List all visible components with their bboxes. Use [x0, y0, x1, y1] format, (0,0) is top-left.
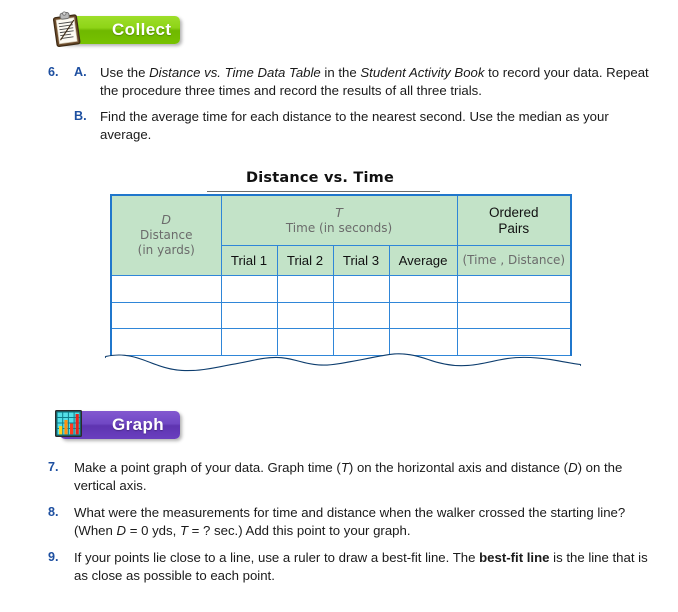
table-row: [110, 328, 573, 356]
header-trial-3: Trial 3: [332, 245, 390, 276]
question-9: 9. If your points lie close to a line, u…: [48, 549, 663, 584]
header-time-name: Time (in seconds): [285, 220, 393, 235]
section-label-collect: Collect: [112, 20, 172, 39]
header-time-symbol: T: [335, 205, 343, 221]
table-title: Distance vs. Time: [246, 170, 394, 186]
cell-distance[interactable]: [110, 301, 222, 330]
question-6-part-a-letter: A.: [74, 65, 87, 79]
var-t: T: [340, 460, 349, 475]
cell-average[interactable]: [388, 301, 458, 330]
term-best-fit-line: best-fit line: [479, 550, 550, 565]
question-6-part-a-text: Use the Distance vs. Time Data Table in …: [100, 65, 649, 98]
question-6-part-b-text: Find the average time for each distance …: [100, 109, 609, 142]
cell-trial-1[interactable]: [220, 301, 278, 330]
bar-chart-icon: [48, 404, 88, 444]
header-distance-name: Distance: [140, 227, 193, 242]
var-t: T: [179, 522, 188, 538]
ref-data-table: Distance vs. Time Data Table: [149, 65, 321, 80]
section-banner-collect: Collect: [52, 11, 180, 47]
header-average: Average: [388, 245, 458, 276]
cell-distance[interactable]: [110, 274, 222, 303]
question-7: 7. Make a point graph of your data. Grap…: [48, 459, 658, 494]
header-trial-1: Trial 1: [220, 245, 278, 276]
header-ordered-pairs: Ordered Pairs: [456, 194, 573, 247]
cell-trial-2[interactable]: [276, 328, 334, 356]
table-row: [110, 274, 573, 303]
header-distance-unit: (in yards): [137, 243, 195, 258]
cell-ordered-pair[interactable]: [456, 301, 573, 330]
header-trial-2: Trial 2: [276, 245, 334, 276]
header-distance: D Distance (in yards): [110, 193, 222, 276]
question-9-text: If your points lie close to a line, use …: [74, 550, 648, 583]
question-8-text: What were the measurements for time and …: [74, 505, 626, 538]
cell-distance[interactable]: [110, 328, 222, 356]
cell-ordered-pair[interactable]: [456, 328, 573, 356]
cell-trial-2[interactable]: [276, 301, 334, 330]
cell-trial-3[interactable]: [332, 328, 390, 356]
section-banner-graph: Graph: [55, 410, 180, 439]
question-7-number: 7.: [48, 460, 59, 474]
section-label-graph: Graph: [112, 415, 165, 434]
table-header-row-1: D Distance (in yards) T Time (in seconds…: [110, 193, 573, 276]
question-8: 8. What were the measurements for time a…: [48, 504, 658, 539]
question-6-part-b-letter: B.: [74, 109, 87, 123]
cell-average[interactable]: [388, 274, 458, 303]
cell-trial-2[interactable]: [276, 274, 334, 303]
ref-activity-book: Student Activity Book: [360, 65, 485, 80]
question-6-part-a: A. Use the Distance vs. Time Data Table …: [74, 64, 658, 99]
cell-trial-3[interactable]: [332, 301, 390, 330]
question-6-part-b: B. Find the average time for each distan…: [74, 108, 658, 143]
question-7-text: Make a point graph of your data. Graph t…: [74, 460, 623, 493]
cell-trial-1[interactable]: [220, 274, 278, 303]
header-time: T Time (in seconds): [220, 194, 458, 247]
cell-trial-1[interactable]: [220, 328, 278, 356]
header-distance-symbol: D: [161, 212, 172, 228]
table-title-underline: [207, 191, 440, 192]
cell-average[interactable]: [388, 328, 458, 356]
table-row: [110, 301, 573, 330]
distance-vs-time-table: D Distance (in yards) T Time (in seconds…: [110, 193, 573, 356]
cell-trial-3[interactable]: [332, 274, 390, 303]
header-ordered-pairs-line1: Ordered: [489, 204, 539, 220]
question-8-number: 8.: [48, 505, 59, 519]
var-d: D: [568, 460, 578, 475]
var-d: D: [116, 522, 127, 538]
question-6-number: 6.: [48, 65, 59, 79]
header-ordered-pairs-line2: Pairs: [498, 220, 530, 236]
question-9-number: 9.: [48, 550, 59, 564]
header-ordered-pairs-sub: (Time , Distance): [456, 245, 573, 276]
clipboard-icon: [45, 6, 90, 51]
cell-ordered-pair[interactable]: [456, 274, 573, 303]
